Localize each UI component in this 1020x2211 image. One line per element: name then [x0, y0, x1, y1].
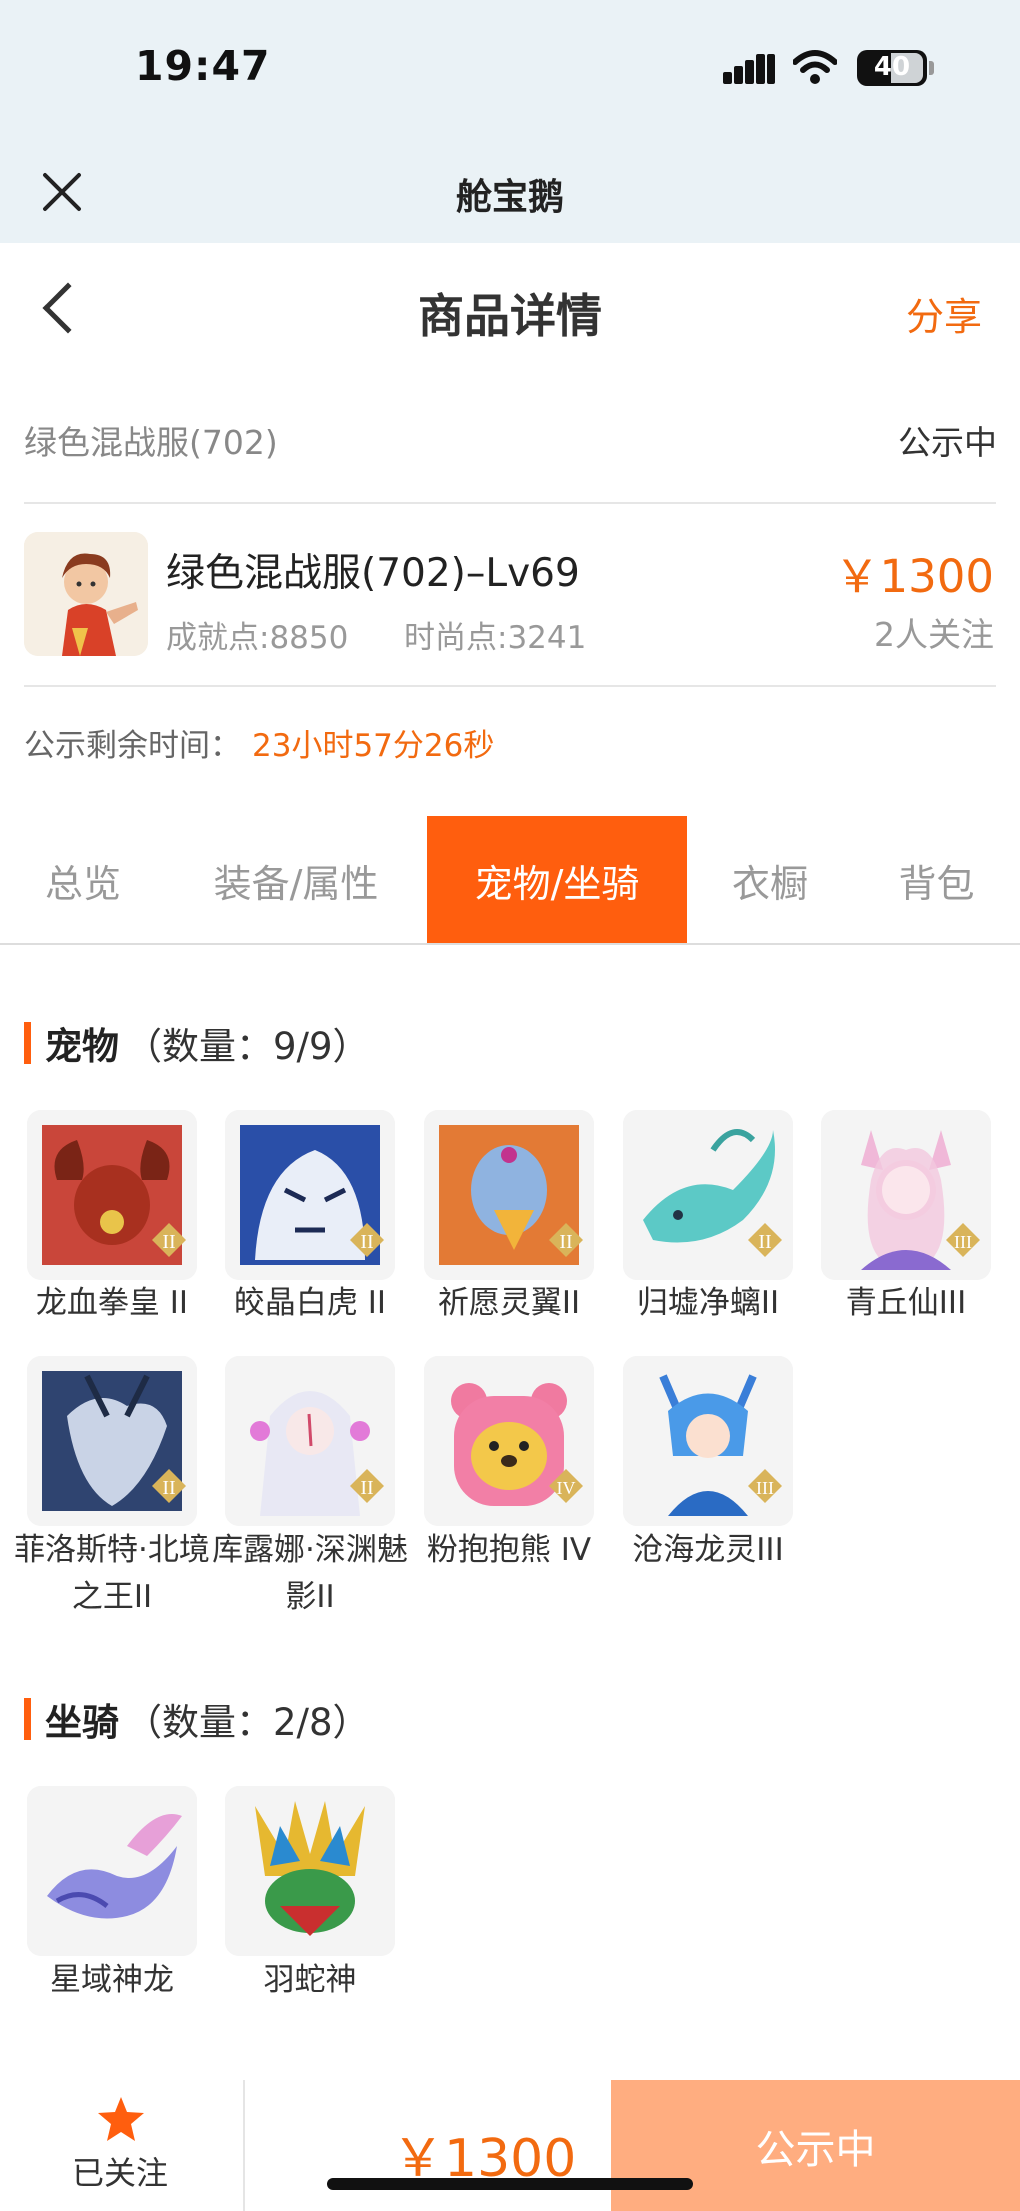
home-indicator[interactable]	[327, 2178, 693, 2190]
pets-title: 宠物	[45, 1025, 119, 1068]
dark-dragon-knight-icon: II	[27, 1356, 197, 1526]
svg-text:III: III	[954, 1232, 972, 1252]
server-name: 绿色混战服(702)	[24, 423, 278, 462]
status-button[interactable]: 公示中	[611, 2080, 1020, 2211]
achievement-points: 成就点:8850	[166, 620, 349, 656]
follow-button[interactable]: 已关注	[72, 2148, 168, 2194]
listing-title: 绿色混战服(702)–Lv69	[166, 551, 580, 596]
divider	[24, 502, 996, 504]
red-beast-icon: II	[27, 1110, 197, 1280]
pet-card-2[interactable]: II	[225, 1110, 395, 1280]
pets-section-header: 宠物 （数量：9/9）	[24, 1016, 370, 1070]
tab-divider	[0, 943, 1020, 945]
fashion-points: 时尚点:3241	[404, 620, 587, 656]
svg-text:IV: IV	[557, 1478, 576, 1498]
fox-fairy-icon: III	[821, 1110, 991, 1280]
pink-bear-icon: IV	[424, 1356, 594, 1526]
pet-name-7: 库露娜·深渊魅影II	[212, 1532, 408, 1615]
wifi-icon	[793, 50, 837, 84]
pet-card-3[interactable]: II	[424, 1110, 594, 1280]
svg-text:II: II	[162, 1477, 175, 1499]
pet-name-8: 粉抱抱熊 IV	[426, 1532, 592, 1568]
divider	[24, 685, 996, 687]
pet-card-7[interactable]: II	[225, 1356, 395, 1526]
feathered-serpent-icon	[225, 1786, 395, 1956]
share-button[interactable]: 分享	[906, 286, 982, 341]
app-title: 舱宝鹅	[455, 177, 564, 218]
pet-name-9: 沧海龙灵III	[632, 1532, 784, 1568]
signal-icon	[723, 54, 775, 84]
remaining-time-value: 23小时57分26秒	[252, 728, 495, 764]
listing-price: ￥1300	[834, 550, 994, 603]
pet-card-4[interactable]: II	[623, 1110, 793, 1280]
mounts-section-header: 坐骑 （数量：2/8）	[24, 1692, 370, 1746]
blue-dragon-boy-icon: III	[623, 1356, 793, 1526]
pet-card-6[interactable]: II	[27, 1356, 197, 1526]
page-title: 商品详情	[418, 289, 602, 343]
tab-backpack[interactable]: 背包	[853, 816, 1020, 944]
mounts-title: 坐骑	[45, 1701, 119, 1744]
status-time: 19:47	[135, 42, 271, 90]
pet-card-1[interactable]: II	[27, 1110, 197, 1280]
tab-wardrobe[interactable]: 衣橱	[687, 816, 853, 944]
pet-card-8[interactable]: IV	[424, 1356, 594, 1526]
eagle-icon: II	[424, 1110, 594, 1280]
tab-equipment[interactable]: 装备/属性	[166, 816, 426, 944]
follower-count: 2人关注	[874, 615, 994, 654]
svg-text:III: III	[756, 1478, 774, 1498]
white-hair-girl-icon: II	[225, 1356, 395, 1526]
mount-card-1[interactable]	[27, 1786, 197, 1956]
pet-name-2: 皎晶白虎 II	[233, 1285, 387, 1321]
svg-text:II: II	[360, 1231, 373, 1253]
mount-name-1: 星域神龙	[50, 1962, 174, 1998]
listing-status: 公示中	[898, 423, 997, 462]
star-dragon-icon	[27, 1786, 197, 1956]
mount-name-2: 羽蛇神	[263, 1962, 357, 1998]
svg-text:II: II	[559, 1231, 572, 1253]
battery-level: 40	[873, 52, 911, 82]
remaining-time-label: 公示剩余时间：	[24, 728, 241, 764]
svg-text:II: II	[758, 1231, 771, 1253]
svg-text:II: II	[360, 1477, 373, 1499]
pet-name-6: 菲洛斯特·北境之王II	[14, 1532, 210, 1615]
pet-name-4: 归墟净螭II	[636, 1285, 780, 1321]
tab-pets-mounts[interactable]: 宠物/坐骑	[427, 816, 687, 944]
pet-name-3: 祈愿灵翼II	[437, 1285, 581, 1321]
mounts-count: （数量：2/8）	[125, 1701, 370, 1744]
pet-card-5[interactable]: III	[821, 1110, 991, 1280]
pet-card-9[interactable]: III	[623, 1356, 793, 1526]
cyan-dragon-icon: II	[623, 1110, 793, 1280]
battery-icon: 40	[857, 50, 934, 86]
star-icon[interactable]	[96, 2095, 146, 2143]
pet-name-1: 龙血拳皇 II	[35, 1285, 189, 1321]
white-tiger-icon: II	[225, 1110, 395, 1280]
mount-card-2[interactable]	[225, 1786, 395, 1956]
bottom-divider	[243, 2080, 245, 2211]
tab-overview[interactable]: 总览	[0, 816, 166, 944]
character-avatar	[24, 532, 148, 656]
svg-text:II: II	[162, 1231, 175, 1253]
pet-name-5: 青丘仙III	[845, 1285, 967, 1321]
pets-count: （数量：9/9）	[125, 1025, 370, 1068]
